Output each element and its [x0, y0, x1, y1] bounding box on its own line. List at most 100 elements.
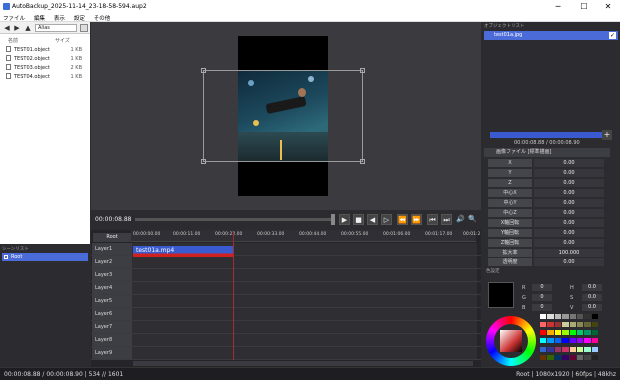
- property-row[interactable]: X 0.00: [484, 159, 610, 168]
- time-ruler[interactable]: 00:00:00.00 00:00:11.00 00:00:22.00 00:0…: [131, 230, 480, 242]
- layer-track[interactable]: [132, 334, 477, 346]
- stop-icon[interactable]: ■: [353, 214, 364, 225]
- property-time-bar[interactable]: [490, 132, 610, 138]
- scene-item-root[interactable]: Root: [2, 253, 88, 261]
- property-row[interactable]: Z 0.00: [484, 179, 610, 188]
- property-row[interactable]: 中心X 0.00: [484, 189, 610, 198]
- resize-handle[interactable]: [201, 68, 206, 73]
- seek-thumb[interactable]: [331, 214, 335, 225]
- layer-row[interactable]: Layer8: [91, 334, 481, 347]
- r-value[interactable]: 0: [532, 284, 552, 291]
- file-item[interactable]: TEST04.object 1 KB: [6, 73, 86, 81]
- filter-header[interactable]: 画像ファイル [標準描画]: [484, 148, 610, 157]
- layer-label[interactable]: Layer2: [92, 256, 132, 268]
- maximize-button[interactable]: ☐: [574, 1, 594, 12]
- go-start-icon[interactable]: ⏮: [427, 214, 438, 225]
- property-value[interactable]: 0.00: [534, 169, 604, 177]
- zoom-icon[interactable]: 🔍: [467, 214, 478, 225]
- layer-row[interactable]: Layer6: [91, 308, 481, 321]
- property-value[interactable]: 0.00: [534, 258, 604, 266]
- layer-label[interactable]: Layer5: [92, 295, 132, 307]
- playhead-line[interactable]: [233, 232, 234, 360]
- layer-track[interactable]: [132, 321, 477, 333]
- forward-icon[interactable]: ▶: [13, 24, 21, 32]
- menu-edit[interactable]: 編集: [31, 13, 49, 22]
- timeline-root-button[interactable]: Root: [93, 233, 131, 242]
- menu-other[interactable]: その他: [91, 13, 115, 22]
- property-value[interactable]: 0.00: [534, 219, 604, 227]
- color-palette[interactable]: [540, 314, 598, 362]
- resize-handle[interactable]: [360, 159, 365, 164]
- property-row[interactable]: X軸回転 0.00: [484, 219, 610, 228]
- file-item[interactable]: TEST01.object 1 KB: [6, 46, 86, 54]
- v-value[interactable]: 0.0: [582, 304, 602, 311]
- layer-label[interactable]: Layer1: [92, 243, 132, 255]
- property-row[interactable]: Y 0.00: [484, 169, 610, 178]
- property-value[interactable]: 0.00: [534, 209, 604, 217]
- property-value[interactable]: 0.00: [534, 199, 604, 207]
- layer-track[interactable]: [132, 269, 477, 281]
- property-value[interactable]: 0.00: [534, 239, 604, 247]
- layer-row[interactable]: Layer2: [91, 256, 481, 269]
- layer-row[interactable]: Layer7: [91, 321, 481, 334]
- back-icon[interactable]: ◀: [3, 24, 11, 32]
- layer-label[interactable]: Layer9: [92, 347, 132, 359]
- address-field[interactable]: Alias: [35, 24, 77, 32]
- file-item[interactable]: TEST02.object 1 KB: [6, 55, 86, 63]
- layer-track[interactable]: [132, 295, 477, 307]
- close-button[interactable]: ✕: [598, 1, 618, 12]
- resize-handle[interactable]: [201, 159, 206, 164]
- h-value[interactable]: 0.0: [582, 284, 602, 291]
- fast-forward-icon[interactable]: ⏩: [411, 214, 422, 225]
- name-column[interactable]: 名前: [8, 37, 18, 44]
- property-value[interactable]: 0.00: [534, 159, 604, 167]
- layer-track[interactable]: [132, 308, 477, 320]
- layer-row[interactable]: Layer5: [91, 295, 481, 308]
- color-swatch[interactable]: [488, 282, 514, 308]
- layer-label[interactable]: Layer3: [92, 269, 132, 281]
- property-value[interactable]: 0.00: [534, 229, 604, 237]
- menu-file[interactable]: ファイル: [0, 13, 29, 22]
- property-row[interactable]: 拡大率 100.000: [484, 249, 610, 258]
- g-value[interactable]: 0: [532, 294, 552, 301]
- layer-row[interactable]: Layer9: [91, 347, 481, 360]
- layer-row[interactable]: Layer3: [91, 269, 481, 282]
- property-row[interactable]: 中心Y 0.00: [484, 199, 610, 208]
- selection-box[interactable]: [201, 68, 365, 164]
- property-row[interactable]: 中心Z 0.00: [484, 209, 610, 218]
- b-value[interactable]: 0: [532, 304, 552, 311]
- resize-handle[interactable]: [360, 68, 365, 73]
- seek-slider[interactable]: [135, 214, 335, 225]
- prev-frame-icon[interactable]: ◀: [367, 214, 378, 225]
- object-item[interactable]: test01a.jpg ✓: [484, 31, 618, 40]
- property-value[interactable]: 0.00: [534, 189, 604, 197]
- property-value[interactable]: 100.000: [534, 249, 604, 257]
- rewind-icon[interactable]: ⏪: [397, 214, 408, 225]
- volume-icon[interactable]: 🔊: [455, 214, 466, 225]
- layer-label[interactable]: Layer4: [92, 282, 132, 294]
- add-filter-button[interactable]: +: [602, 130, 612, 140]
- next-frame-icon[interactable]: ▷: [381, 214, 392, 225]
- timeline-scrollbar[interactable]: [133, 361, 473, 366]
- menu-settings[interactable]: 設定: [71, 13, 89, 22]
- folder-icon[interactable]: [80, 24, 88, 32]
- menu-view[interactable]: 表示: [51, 13, 69, 22]
- play-icon[interactable]: ▶: [339, 214, 350, 225]
- size-column[interactable]: サイズ: [55, 37, 70, 44]
- go-end-icon[interactable]: ⏭: [441, 214, 452, 225]
- s-value[interactable]: 0.0: [582, 294, 602, 301]
- layer-row[interactable]: Layer4: [91, 282, 481, 295]
- color-wheel[interactable]: [486, 316, 536, 366]
- property-row[interactable]: Z軸回転 0.00: [484, 239, 610, 248]
- layer-label[interactable]: Layer8: [92, 334, 132, 346]
- property-row[interactable]: Y軸回転 0.00: [484, 229, 610, 238]
- timeline-clip[interactable]: test01a.mp4: [133, 246, 233, 257]
- file-item[interactable]: TEST03.object 2 KB: [6, 64, 86, 72]
- layer-label[interactable]: Layer6: [92, 308, 132, 320]
- layer-label[interactable]: Layer7: [92, 321, 132, 333]
- visibility-checkbox[interactable]: ✓: [609, 32, 616, 39]
- up-icon[interactable]: ▲: [24, 24, 32, 32]
- property-value[interactable]: 0.00: [534, 179, 604, 187]
- layer-track[interactable]: [132, 347, 477, 359]
- layer-track[interactable]: [132, 282, 477, 294]
